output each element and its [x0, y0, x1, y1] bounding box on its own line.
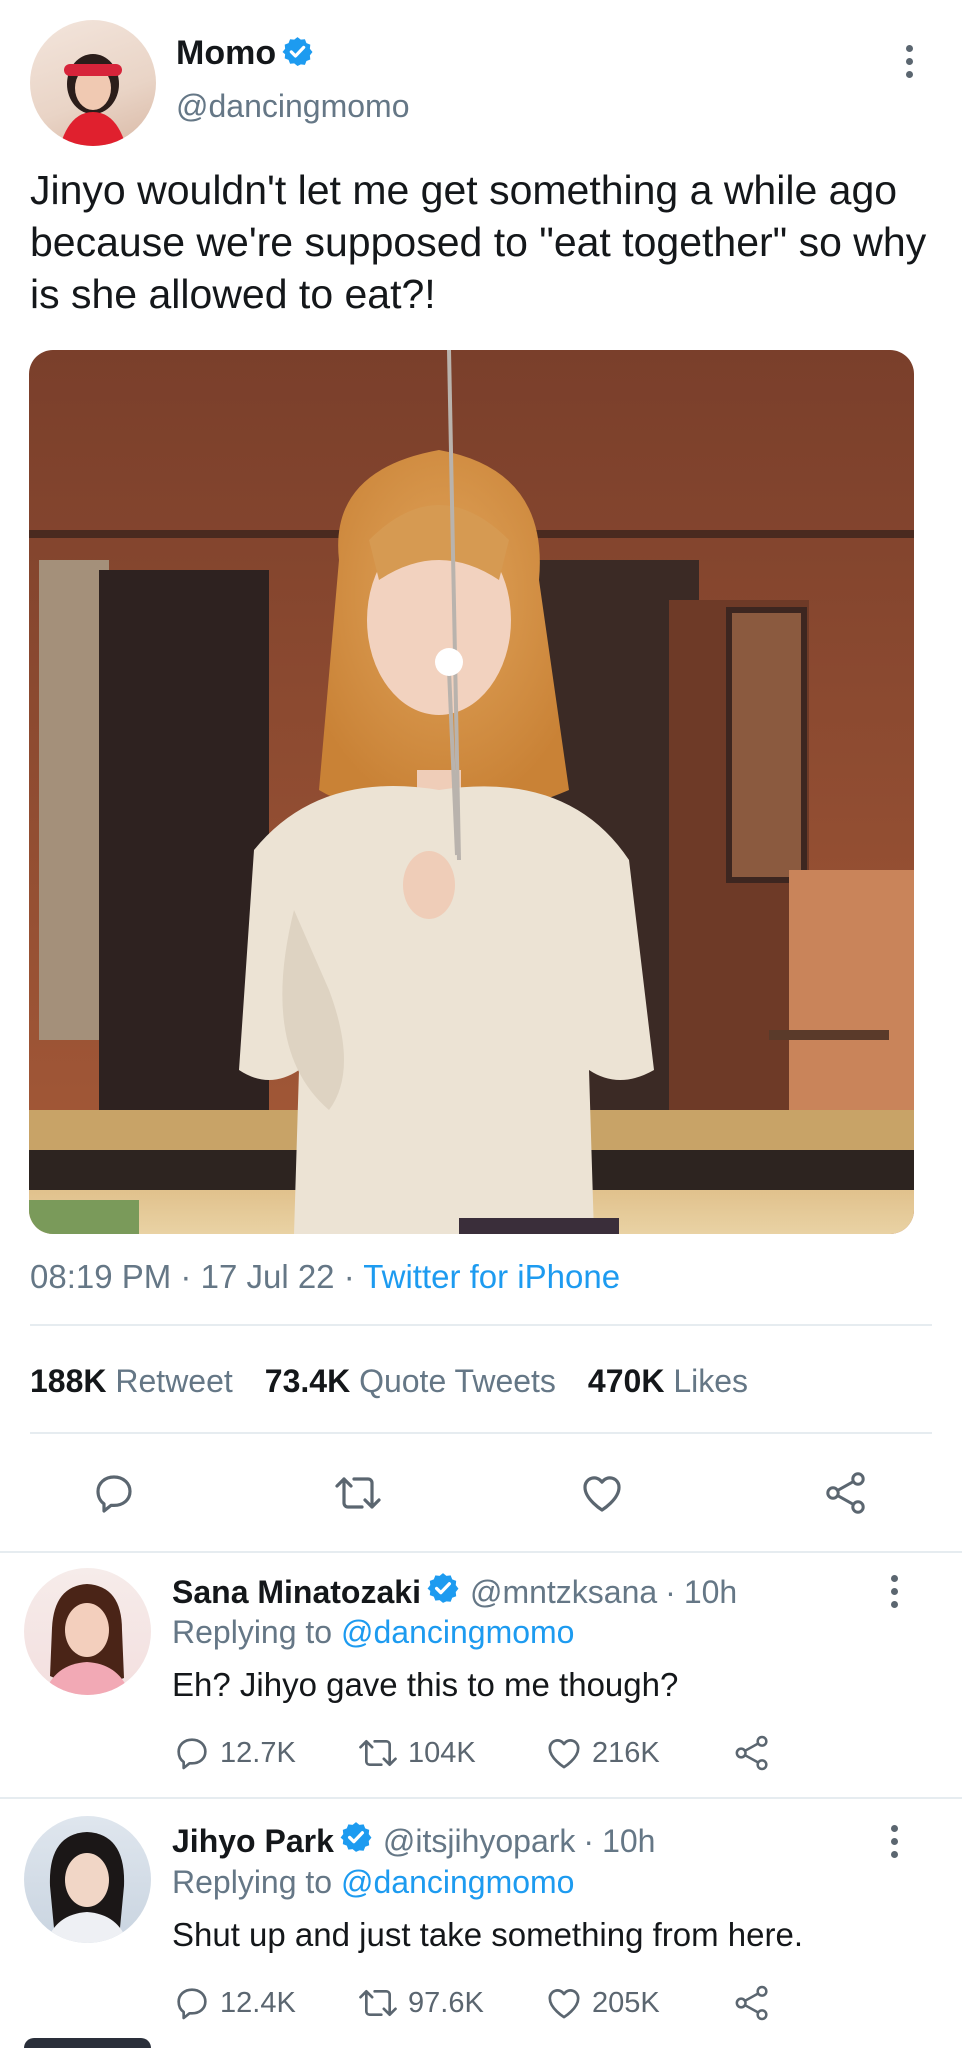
- retweet-button[interactable]: 97.6K: [356, 1983, 484, 2023]
- retweet-count: 104K: [408, 1736, 476, 1769]
- likes-stat[interactable]: 470K Likes: [588, 1363, 748, 1400]
- share-button[interactable]: [732, 1733, 772, 1773]
- share-button[interactable]: [732, 1983, 772, 2023]
- tweet-photo[interactable]: [29, 350, 914, 1234]
- verified-badge-icon: [426, 1571, 460, 1613]
- retweet-icon: [356, 1733, 400, 1773]
- like-button[interactable]: 216K: [544, 1733, 660, 1773]
- replying-to: Replying to @dancingmomo: [172, 1614, 574, 1651]
- likes-label: Likes: [673, 1363, 749, 1399]
- reply-author-name[interactable]: Jihyo Park: [172, 1823, 334, 1860]
- reply-count: 12.7K: [220, 1736, 296, 1769]
- reply-avatar[interactable]: [24, 1568, 151, 1695]
- retweet-label: Retweet: [115, 1363, 233, 1399]
- replying-to-handle-link[interactable]: @dancingmomo: [341, 1614, 574, 1650]
- like-count: 216K: [592, 1736, 660, 1769]
- quote-count: 73.4K: [264, 1363, 351, 1399]
- verified-badge-icon: [339, 1820, 373, 1862]
- reply-text: Eh? Jihyo gave this to me though?: [172, 1666, 679, 1703]
- retweet-icon[interactable]: [332, 1469, 384, 1522]
- retweet-count: 97.6K: [408, 1986, 484, 2019]
- reply-author-name[interactable]: Sana Minatozaki: [172, 1574, 421, 1611]
- quote-label: Quote Tweets: [359, 1363, 556, 1399]
- more-options-icon[interactable]: [889, 1575, 899, 1608]
- reply-action-bar: 12.7K 104K 216K: [172, 1733, 792, 1777]
- reply-icon: [172, 1983, 212, 2023]
- quote-stat[interactable]: 73.4K Quote Tweets: [265, 1363, 556, 1400]
- retweet-icon: [356, 1983, 400, 2023]
- replying-to-label: Replying to: [172, 1864, 333, 1900]
- reply-action-bar: 12.4K 97.6K 205K: [172, 1983, 792, 2027]
- divider: [30, 1432, 932, 1434]
- meta-separator: ·: [583, 1822, 595, 1859]
- retweet-count: 188K: [30, 1363, 107, 1399]
- tweet-stats: 188K Retweet 73.4K Quote Tweets 470K Lik…: [30, 1363, 748, 1400]
- like-count: 205K: [592, 1986, 660, 2019]
- author-handle[interactable]: @dancingmomo: [176, 88, 409, 125]
- reply-author-handle[interactable]: @mntzksana: [470, 1574, 657, 1611]
- like-icon: [544, 1983, 584, 2023]
- reply-button[interactable]: 12.7K: [172, 1733, 296, 1773]
- meta-separator: ·: [180, 1258, 192, 1295]
- retweet-stat[interactable]: 188K Retweet: [30, 1363, 233, 1400]
- divider: [30, 1324, 932, 1326]
- meta-separator: ·: [343, 1258, 355, 1295]
- reply-text: Shut up and just take something from her…: [172, 1916, 804, 1953]
- like-button[interactable]: 205K: [544, 1983, 660, 2023]
- divider: [0, 1797, 962, 1799]
- share-icon: [732, 1733, 772, 1773]
- share-icon: [732, 1983, 772, 2023]
- tweet-text: Jinyo wouldn't let me get something a wh…: [30, 167, 927, 317]
- tweet-meta: 08:19 PM · 17 Jul 22 · Twitter for iPhon…: [30, 1258, 620, 1296]
- reply-avatar[interactable]: [24, 1816, 151, 1943]
- tweet-source-link[interactable]: Twitter for iPhone: [363, 1258, 620, 1295]
- like-icon: [544, 1733, 584, 1773]
- replying-to-handle-link[interactable]: @dancingmomo: [341, 1864, 574, 1900]
- meta-separator: ·: [665, 1573, 676, 1610]
- like-icon[interactable]: [578, 1469, 626, 1522]
- divider: [0, 1551, 962, 1553]
- reply-author-handle[interactable]: @itsjihyopark: [383, 1823, 576, 1860]
- verified-badge-icon: [281, 35, 314, 73]
- replying-to-label: Replying to: [172, 1614, 333, 1650]
- reply-time: 10h: [602, 1822, 656, 1859]
- author-name[interactable]: Momo: [176, 34, 276, 73]
- reply-button[interactable]: 12.4K: [172, 1983, 296, 2023]
- tweet-date: 17 Jul 22: [200, 1258, 335, 1295]
- reply-time: 10h: [683, 1573, 738, 1610]
- reply-icon[interactable]: [90, 1469, 138, 1522]
- replying-to: Replying to @dancingmomo: [172, 1864, 574, 1901]
- reply-icon: [172, 1733, 212, 1773]
- more-options-icon[interactable]: [904, 45, 914, 78]
- next-reply-avatar[interactable]: [24, 2038, 151, 2048]
- tweet-action-bar: [0, 1465, 962, 1525]
- author-avatar[interactable]: [30, 20, 156, 146]
- likes-count: 470K: [587, 1363, 665, 1399]
- more-options-icon[interactable]: [889, 1825, 899, 1858]
- tweet-time: 08:19 PM: [30, 1258, 172, 1295]
- retweet-button[interactable]: 104K: [356, 1733, 476, 1773]
- share-icon[interactable]: [822, 1469, 870, 1522]
- reply-count: 12.4K: [220, 1986, 296, 2019]
